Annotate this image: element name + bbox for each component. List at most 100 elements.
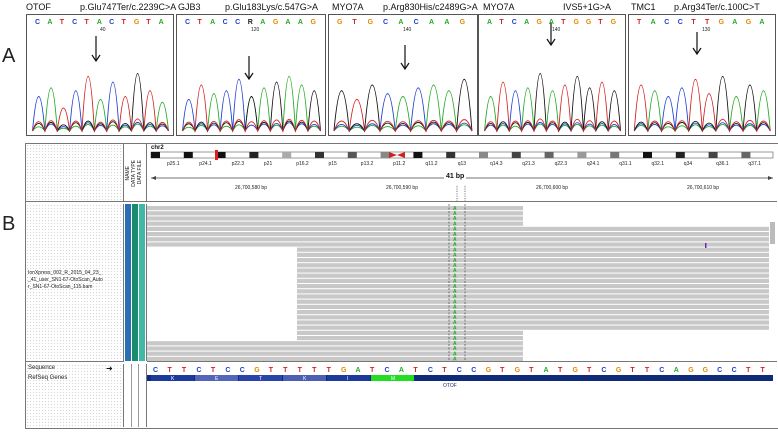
sequence-base: C [601,367,606,374]
base-call: T [637,19,642,26]
sequence-base: T [630,367,635,374]
read [297,278,769,283]
band-label: q13 [458,161,467,167]
read [297,304,769,309]
sequence-base: T [500,367,505,374]
read [297,315,769,320]
read [297,273,769,278]
sequence-base: T [558,367,563,374]
base-call: T [122,19,127,26]
sequence-base: C [153,367,158,374]
sequence-base: T [370,367,375,374]
chromatogram-2-gene: GJB3 [178,2,201,12]
band-segment [315,152,324,158]
base-call: R [248,19,253,26]
chromatogram-4: A T C A G A T G G T G 140 [478,14,626,136]
sequence-base: T [312,367,317,374]
refseq-label: RefSeq Genes [28,375,68,381]
chromatogram-5-gene: TMC1 [631,2,656,12]
scrollbar-thumb[interactable] [770,222,775,244]
band-segment [708,152,718,158]
sequence-base: G [341,367,347,374]
ruler-tick-1: 26,700,580 bp [235,185,267,191]
base-call: T [705,19,710,26]
trace-g [484,73,621,133]
ruler-span: 41 bp [444,173,467,180]
position-label: 140 [403,27,412,33]
sequence-base: T [587,367,592,374]
band-segment [183,152,193,158]
base-call: A [210,19,215,26]
sequence-base: G [515,367,521,374]
sequence-base: T [442,367,447,374]
sequence-base: G [688,367,694,374]
base-call: A [47,19,52,26]
base-call: G [586,19,592,26]
base-call: G [460,19,466,26]
insertion-mark [705,243,707,248]
band-segment [479,152,488,158]
band-label: p15 [329,161,338,167]
base-call: T [352,19,357,26]
chromatogram-3: G T G C A C A A G 140 [328,14,478,136]
base-call: G [746,19,752,26]
base-call: G [574,19,580,26]
chromatogram-1: C A T C T A C T G T A 40 [26,14,174,136]
read [297,252,769,257]
base-call: T [146,19,151,26]
read [147,237,769,242]
read [297,263,769,268]
band-label: p24.1 [199,161,212,167]
read [147,216,523,221]
track-name[interactable]: IonXpress_002_R_2015_04_23_ _41_user_SN1… [28,270,123,291]
track-name-panel: IonXpress_002_R_2015_04_23_ _41_user_SN1… [26,204,124,362]
base-call: T [691,19,696,26]
position-label: 120 [251,27,260,33]
base-call: C [235,19,240,26]
sequence-base: T [645,367,650,374]
sequence-base: T [298,367,303,374]
sequence-base: A [674,367,679,374]
base-call: T [561,19,566,26]
read [147,206,523,211]
sequence-base: C [240,367,245,374]
chromatogram-3-mutation: p.Arg830His/c2489G>A [383,2,478,12]
band-segment [675,152,685,158]
band-label: q14.3 [490,161,503,167]
ruler-tick-2: 26,700,590 bp [386,185,418,191]
amino-acid-label: T [259,376,262,382]
sequence-base: C [732,367,737,374]
sequence-base: C [196,367,201,374]
read [297,325,769,330]
strand-arrow-icon[interactable]: ➜ [106,364,113,373]
band-segment [741,152,751,158]
read [297,294,769,299]
chromatogram-4-peaks: A T C A G A T G G T G140 [484,19,621,133]
band-label: q24.1 [587,161,600,167]
sequence-base: A [399,367,404,374]
attr-datatype-color [132,204,138,361]
sequence-base: T [529,367,534,374]
sequence-base: T [283,367,288,374]
band-label: q32.1 [652,161,665,167]
ideogram-bands: p25.1 p24.1 p22.3 p21 p16.2 p15 p13.2 p11.2 q11.… [150,150,774,167]
base-call: A [398,19,403,26]
sequence-base: T [413,367,418,374]
base-call: A [429,19,434,26]
current-region-marker [215,150,218,160]
read [297,310,769,315]
band-label: q34 [684,161,693,167]
read [147,232,769,237]
base-call: G [310,19,316,26]
base-call: T [60,19,65,26]
read [297,258,769,263]
sequence-base: C [717,367,722,374]
alignment-track: AAAAAAAAAAAAAAAAAAAAAAAAAAAAAA [147,204,777,362]
read [297,330,523,335]
base-call: G [368,19,374,26]
chromatogram-2-peaks: C T A C C R A G A A G120 [182,19,321,133]
band-label: q21.3 [522,161,535,167]
read [147,226,769,231]
ideogram-panel: chr2 p25.1 p24.1 p22.3 p21 p16.2 p15 p13.2 p11.… [147,144,777,202]
base-call: T [499,19,504,26]
